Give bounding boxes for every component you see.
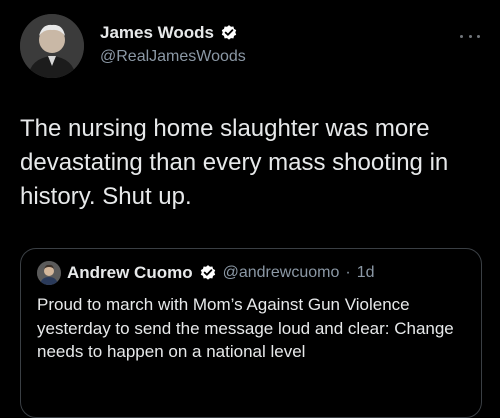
author-avatar[interactable] <box>20 14 84 78</box>
verified-badge-icon <box>220 24 238 42</box>
more-options-ellipsis-icon[interactable] <box>460 30 480 42</box>
dot <box>468 34 472 38</box>
dot <box>477 34 480 38</box>
dot <box>460 34 463 38</box>
author-display-name[interactable]: James Woods <box>100 23 214 43</box>
quoted-author-display-name[interactable]: Andrew Cuomo <box>67 263 193 283</box>
quoted-tweet-header: Andrew Cuomo @andrewcuomo · 1d <box>37 261 374 285</box>
author-name-row: James Woods <box>100 22 246 44</box>
separator-dot: · <box>345 264 351 281</box>
quoted-author-avatar[interactable] <box>37 261 61 285</box>
author-handle[interactable]: @RealJamesWoods <box>100 48 246 66</box>
quoted-tweet-timestamp[interactable]: 1d <box>357 264 375 282</box>
tweet: James Woods @RealJamesWoods The nursing … <box>0 0 500 418</box>
quoted-tweet-card[interactable]: Andrew Cuomo @andrewcuomo · 1d Proud to … <box>20 248 482 418</box>
quoted-tweet-text: Proud to march with Mom’s Against Gun Vi… <box>37 295 454 361</box>
author-info: James Woods @RealJamesWoods <box>100 22 246 66</box>
quoted-author-handle[interactable]: @andrewcuomo <box>223 264 340 282</box>
tweet-text: The nursing home slaughter was more deva… <box>20 115 449 210</box>
verified-badge-icon <box>199 264 217 282</box>
